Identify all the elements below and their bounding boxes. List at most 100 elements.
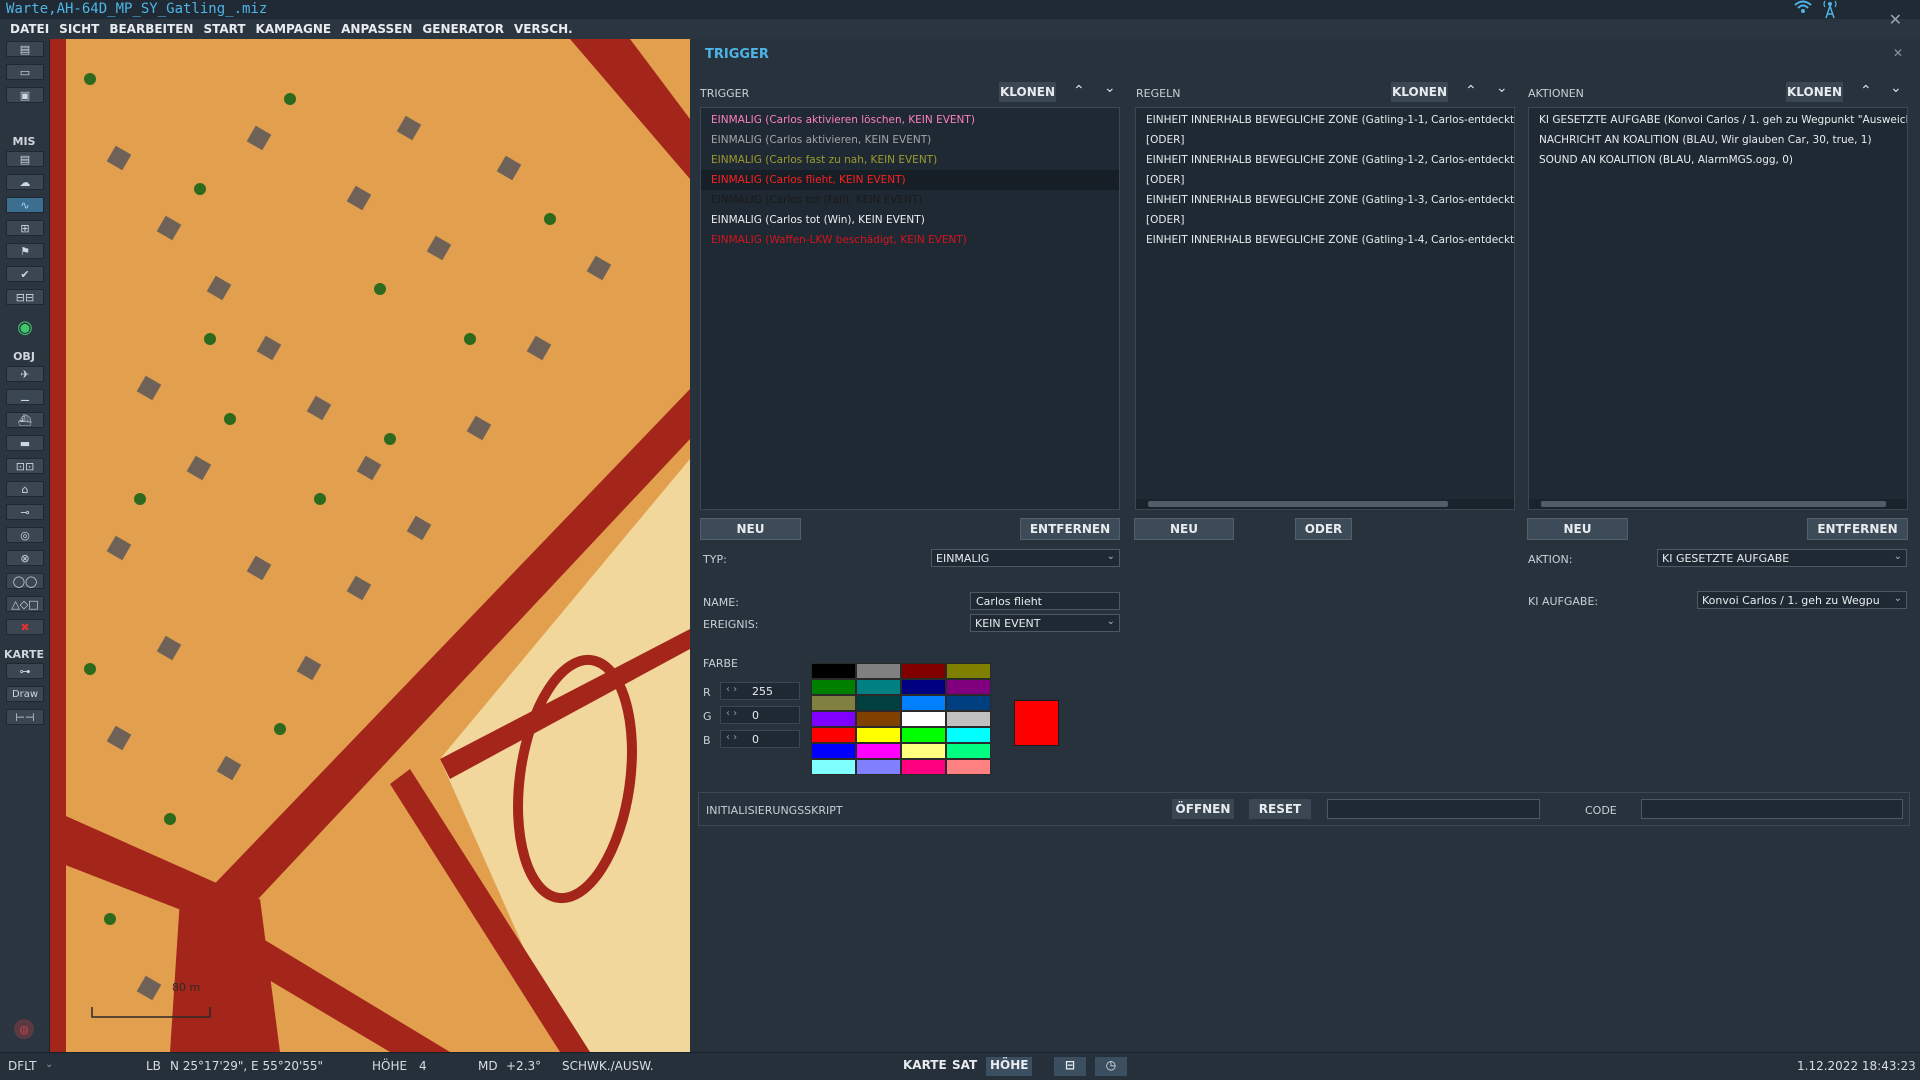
- map-mode-button[interactable]: KARTE: [899, 1057, 951, 1076]
- static-object-icon[interactable]: ⊡⊡: [6, 458, 44, 474]
- name-field[interactable]: Carlos flieht: [970, 592, 1120, 610]
- actions-clone-button[interactable]: KLONEN: [1786, 82, 1843, 102]
- menu-kampagne[interactable]: KAMPAGNE: [251, 19, 337, 39]
- template-icon[interactable]: ⌂: [6, 481, 44, 497]
- wifi-icon[interactable]: [1794, 0, 1812, 19]
- color-swatch[interactable]: [811, 695, 856, 711]
- rules-list[interactable]: EINHEIT INNERHALB BEWEGLICHE ZONE (Gatli…: [1135, 107, 1515, 510]
- panel-close-icon[interactable]: ✕: [1893, 46, 1903, 60]
- coalition-icon[interactable]: ◉: [13, 315, 37, 339]
- antenna-icon[interactable]: [1822, 0, 1838, 23]
- rules-clone-button[interactable]: KLONEN: [1391, 82, 1448, 102]
- rules-new-button[interactable]: NEU: [1134, 518, 1234, 540]
- r-spinner[interactable]: ‹ › 255: [720, 682, 800, 700]
- map-canvas[interactable]: 80 m: [50, 39, 690, 1052]
- event-dropdown[interactable]: KEIN EVENT ⌄: [970, 614, 1120, 632]
- map-key-icon[interactable]: ⊶: [6, 663, 44, 679]
- actions-move-up-icon[interactable]: ⌃: [1860, 83, 1872, 99]
- menu-versch[interactable]: VERSCH.: [509, 19, 578, 39]
- ai-task-dropdown[interactable]: Konvoi Carlos / 1. geh zu Wegpu ⌄: [1697, 591, 1907, 609]
- rules-hscrollbar[interactable]: [1136, 499, 1514, 509]
- action-dropdown[interactable]: KI GESETZTE AUFGABE ⌄: [1657, 549, 1907, 567]
- rule-list-item[interactable]: [ODER]: [1136, 130, 1514, 150]
- trigger-list-item[interactable]: EINMALIG (Carlos fast zu nah, KEIN EVENT…: [701, 150, 1119, 170]
- color-swatch[interactable]: [856, 727, 901, 743]
- spinner-arrows-icon[interactable]: ‹ ›: [726, 732, 737, 743]
- color-swatch[interactable]: [901, 711, 946, 727]
- ruler-icon[interactable]: ⊢⊣: [6, 709, 44, 725]
- new-file-icon[interactable]: ▤: [6, 41, 44, 57]
- color-swatch[interactable]: [856, 759, 901, 775]
- spinner-arrows-icon[interactable]: ‹ ›: [726, 708, 737, 719]
- plane-icon[interactable]: ✈: [6, 366, 44, 382]
- delete-icon[interactable]: ✖: [6, 619, 44, 635]
- map-view[interactable]: 80 m: [50, 39, 690, 1052]
- rules-or-button[interactable]: ODER: [1295, 518, 1352, 540]
- color-swatch[interactable]: [901, 695, 946, 711]
- open-file-icon[interactable]: ▭: [6, 64, 44, 80]
- trigger-list[interactable]: EINMALIG (Carlos aktivieren löschen, KEI…: [700, 107, 1120, 510]
- script-file-field[interactable]: [1327, 799, 1540, 819]
- rule-list-item[interactable]: EINHEIT INNERHALB BEWEGLICHE ZONE (Gatli…: [1136, 110, 1514, 130]
- color-swatch[interactable]: [946, 727, 991, 743]
- failures-icon[interactable]: ⊞: [6, 220, 44, 236]
- trigger-move-up-icon[interactable]: ⌃: [1073, 83, 1085, 99]
- trigger-new-button[interactable]: NEU: [700, 518, 801, 540]
- color-swatch[interactable]: [856, 679, 901, 695]
- zone-icon[interactable]: ◎: [6, 527, 44, 543]
- mode-value[interactable]: DFLT: [8, 1059, 37, 1073]
- trigger-list-item[interactable]: EINMALIG (Waffen-LKW beschädigt, KEIN EV…: [701, 230, 1119, 250]
- type-dropdown[interactable]: EINMALIG ⌄: [931, 549, 1120, 567]
- screen-icon[interactable]: ⊟: [1054, 1057, 1086, 1076]
- color-swatch[interactable]: [946, 759, 991, 775]
- action-list-item[interactable]: NACHRICHT AN KOALITION (BLAU, Wir glaube…: [1529, 130, 1907, 150]
- color-swatch[interactable]: [811, 711, 856, 727]
- actions-list[interactable]: KI GESETZTE AUFGABE (Konvoi Carlos / 1. …: [1528, 107, 1908, 510]
- menu-datei[interactable]: DATEI: [0, 19, 54, 39]
- chevron-down-icon[interactable]: ⌄: [45, 1059, 53, 1070]
- reset-script-button[interactable]: RESET: [1249, 799, 1311, 819]
- trigger-remove-button[interactable]: ENTFERNEN: [1020, 518, 1120, 540]
- rule-list-item[interactable]: [ODER]: [1136, 210, 1514, 230]
- color-swatch[interactable]: [946, 711, 991, 727]
- draw-button[interactable]: Draw: [6, 686, 44, 702]
- color-swatch[interactable]: [856, 695, 901, 711]
- trigger-list-item[interactable]: EINMALIG (Carlos flieht, KEIN EVENT): [701, 170, 1119, 190]
- color-swatch[interactable]: [811, 679, 856, 695]
- save-file-icon[interactable]: ▣: [6, 87, 44, 103]
- actions-remove-button[interactable]: ENTFERNEN: [1807, 518, 1908, 540]
- actions-new-button[interactable]: NEU: [1527, 518, 1628, 540]
- action-list-item[interactable]: KI GESETZTE AUFGABE (Konvoi Carlos / 1. …: [1529, 110, 1907, 130]
- menu-anpassen[interactable]: ANPASSEN: [336, 19, 417, 39]
- trigger-list-item[interactable]: EINMALIG (Carlos tot (Win), KEIN EVENT): [701, 210, 1119, 230]
- b-spinner[interactable]: ‹ › 0: [720, 730, 800, 748]
- helicopter-icon[interactable]: ⚊: [6, 389, 44, 405]
- rule-list-item[interactable]: [ODER]: [1136, 170, 1514, 190]
- trigger-move-down-icon[interactable]: ⌄: [1104, 80, 1116, 96]
- rules-move-down-icon[interactable]: ⌄: [1496, 80, 1508, 96]
- menu-start[interactable]: START: [198, 19, 250, 39]
- color-swatch[interactable]: [811, 727, 856, 743]
- altitude-mode-button[interactable]: HÖHE: [986, 1057, 1033, 1076]
- goals-icon[interactable]: ⚑: [6, 243, 44, 259]
- color-swatch[interactable]: [946, 663, 991, 679]
- color-swatch[interactable]: [946, 743, 991, 759]
- color-swatch[interactable]: [811, 759, 856, 775]
- actions-move-down-icon[interactable]: ⌄: [1890, 80, 1902, 96]
- open-script-button[interactable]: ÖFFNEN: [1172, 799, 1234, 819]
- color-swatch[interactable]: [901, 743, 946, 759]
- color-swatch[interactable]: [856, 663, 901, 679]
- color-swatch[interactable]: [811, 663, 856, 679]
- color-palette[interactable]: [811, 663, 991, 775]
- clock-settings-icon[interactable]: ◷: [1095, 1057, 1127, 1076]
- rule-list-item[interactable]: EINHEIT INNERHALB BEWEGLICHE ZONE (Gatli…: [1136, 150, 1514, 170]
- color-swatch[interactable]: [811, 743, 856, 759]
- rule-list-item[interactable]: EINHEIT INNERHALB BEWEGLICHE ZONE (Gatli…: [1136, 190, 1514, 210]
- color-swatch[interactable]: [946, 679, 991, 695]
- action-list-item[interactable]: SOUND AN KOALITION (BLAU, AlarmMGS.ogg, …: [1529, 150, 1907, 170]
- shapes-icon[interactable]: △◇□: [6, 596, 44, 612]
- actions-hscrollbar[interactable]: [1529, 499, 1907, 509]
- chain-icon[interactable]: ◯◯: [6, 573, 44, 589]
- color-swatch[interactable]: [946, 695, 991, 711]
- trigger-icon[interactable]: ∿: [6, 197, 44, 213]
